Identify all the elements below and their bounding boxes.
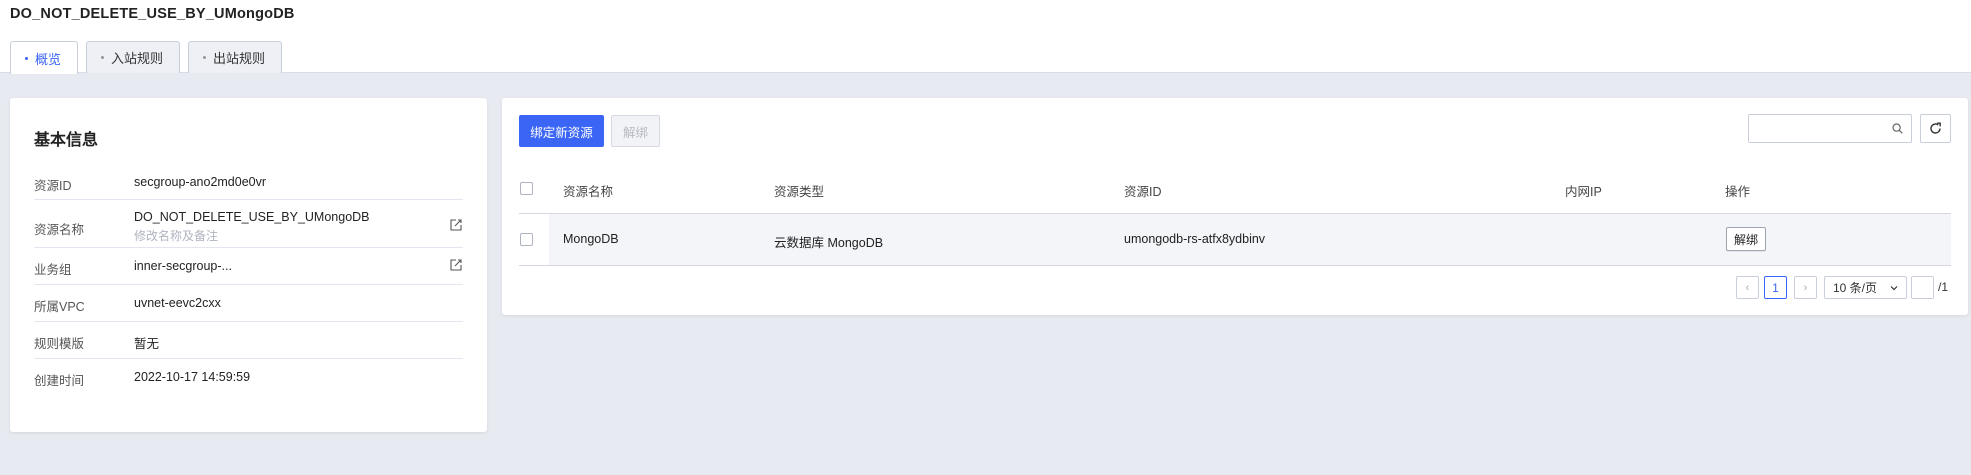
table-row: MongoDB 云数据库 MongoDB umongodb-rs-atfx8yd…: [519, 214, 1951, 266]
info-label: 资源名称: [34, 223, 85, 237]
refresh-button[interactable]: [1920, 114, 1951, 143]
prev-page-button[interactable]: ‹: [1736, 276, 1759, 299]
page-number-current[interactable]: 1: [1764, 276, 1787, 299]
chevron-down-icon: [1890, 286, 1898, 291]
tab-bar: 概览 入站规则 出站规则: [10, 41, 283, 74]
tab-label: 出站规则: [213, 51, 266, 66]
info-value: secgroup-ano2md0e0vr: [134, 175, 267, 189]
tab-inbound-rules[interactable]: 入站规则: [86, 41, 181, 73]
info-row-vpc: 所属VPC uvnet-eevc2cxx: [34, 285, 463, 322]
info-row-rule-template: 规则模版 暂无: [34, 322, 463, 359]
info-row-business-group: 业务组 inner-secgroup-...: [34, 248, 463, 285]
tab-outbound-rules[interactable]: 出站规则: [188, 41, 283, 73]
page-jump-input[interactable]: [1912, 277, 1933, 298]
info-value: DO_NOT_DELETE_USE_BY_UMongoDB: [134, 210, 370, 224]
resource-id: umongodb-rs-atfx8ydbinv: [1124, 232, 1266, 246]
basic-info-card: 基本信息 资源ID secgroup-ano2md0e0vr 资源名称 DO_N…: [10, 98, 487, 432]
info-label: 资源ID: [34, 179, 72, 193]
remark-hint: 修改名称及备注: [134, 229, 219, 243]
info-label: 业务组: [34, 263, 72, 277]
info-label: 所属VPC: [34, 300, 85, 314]
info-row-resource-name: 资源名称 DO_NOT_DELETE_USE_BY_UMongoDB 修改名称及…: [34, 200, 463, 248]
search-input[interactable]: [1749, 115, 1889, 142]
resource-name: MongoDB: [563, 232, 619, 246]
unbind-button[interactable]: 解绑: [611, 115, 660, 147]
info-value: 暂无: [134, 337, 160, 351]
info-row-resource-id: 资源ID secgroup-ano2md0e0vr: [34, 151, 463, 200]
info-label: 规则模版: [34, 337, 85, 351]
select-all-checkbox[interactable]: [520, 182, 533, 195]
tab-dot-icon: [25, 56, 28, 60]
tab-dot-icon: [203, 56, 207, 59]
tab-label: 概览: [35, 51, 62, 67]
tab-label: 入站规则: [111, 51, 164, 66]
column-header: 操作: [1725, 185, 1751, 199]
edit-icon[interactable]: [449, 218, 463, 232]
edit-icon[interactable]: [449, 258, 463, 272]
column-header: 内网IP: [1565, 185, 1602, 199]
page-size-select[interactable]: 10 条/页: [1824, 276, 1907, 299]
info-label: 创建时间: [34, 374, 85, 388]
page-size-label: 10 条/页: [1833, 281, 1878, 295]
refresh-icon: [1930, 122, 1941, 134]
page-jump-box: [1911, 276, 1934, 299]
row-unbind-button[interactable]: 解绑: [1726, 227, 1766, 251]
tab-overview[interactable]: 概览: [10, 41, 79, 74]
next-page-button[interactable]: ›: [1794, 276, 1817, 299]
table-header: 资源名称 资源类型 资源ID 内网IP 操作: [519, 163, 1951, 214]
column-header: 资源名称: [563, 185, 614, 199]
info-row-created-at: 创建时间 2022-10-17 14:59:59: [34, 359, 463, 396]
search-icon[interactable]: [1892, 123, 1903, 134]
row-checkbox[interactable]: [520, 233, 533, 246]
section-title: 基本信息: [34, 132, 99, 149]
info-value: uvnet-eevc2cxx: [134, 296, 221, 310]
header-bar: DO_NOT_DELETE_USE_BY_UMongoDB 概览 入站规则 出站…: [0, 0, 1971, 74]
search-box: [1748, 114, 1912, 143]
page-total: /1: [1938, 280, 1949, 294]
column-header: 资源类型: [774, 185, 825, 199]
resources-card: 绑定新资源 解绑 资源名称 资源类型 资源ID 内网IP 操作 MongoDB …: [502, 98, 1968, 315]
column-header: 资源ID: [1124, 185, 1162, 199]
page-title: DO_NOT_DELETE_USE_BY_UMongoDB: [10, 6, 295, 22]
info-value: inner-secgroup-...: [134, 259, 232, 273]
tab-dot-icon: [101, 56, 105, 59]
resource-type: 云数据库 MongoDB: [774, 236, 884, 250]
info-value: 2022-10-17 14:59:59: [134, 370, 251, 384]
bind-resource-button[interactable]: 绑定新资源: [519, 115, 604, 147]
